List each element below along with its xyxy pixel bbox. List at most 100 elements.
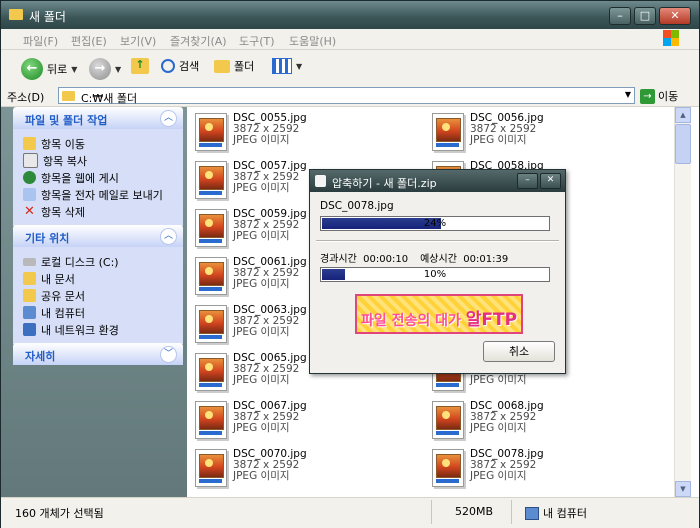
task-email[interactable]: 항목을 전자 메일로 보내기 bbox=[23, 186, 183, 203]
folders-icon[interactable] bbox=[214, 59, 230, 73]
email-icon bbox=[23, 188, 36, 201]
file-item[interactable]: DSC_0056.jpg 3872 x 2592 JPEG 이미지 bbox=[424, 109, 644, 157]
elapsed-time: 00:00:10 bbox=[363, 254, 409, 265]
collapse-chevron-icon[interactable]: ︿ bbox=[160, 228, 177, 245]
place-label: 내 문서 bbox=[41, 272, 75, 286]
place-network[interactable]: 내 네트워크 환경 bbox=[23, 321, 183, 338]
file-tasks-header[interactable]: 파일 및 폴더 작업 ︿ bbox=[13, 107, 183, 129]
address-path: C:₩새 폴더 bbox=[81, 92, 138, 105]
file-progress-label: 24% bbox=[423, 218, 447, 229]
minimize-button[interactable]: – bbox=[609, 7, 631, 25]
title-bar[interactable]: 새 폴더 – □ ✕ bbox=[1, 1, 699, 29]
remaining-label: 예상시간 bbox=[420, 254, 457, 265]
task-delete[interactable]: ✕ 항목 삭제 bbox=[23, 203, 183, 220]
shared-folder-icon bbox=[23, 289, 36, 302]
drive-icon bbox=[23, 257, 36, 266]
menu-bar: 파일(F) 편집(E) 보기(V) 즐겨찾기(A) 도구(T) 도움말(H) bbox=[1, 29, 699, 50]
place-label: 내 컴퓨터 bbox=[41, 306, 85, 320]
address-input[interactable]: C:₩새 폴더 ▼ bbox=[58, 87, 635, 105]
expand-chevron-icon[interactable]: ﹀ bbox=[160, 346, 177, 363]
copy-icon bbox=[23, 153, 38, 168]
file-type: JPEG 이미지 bbox=[470, 134, 527, 146]
details-header[interactable]: 자세히 ﹀ bbox=[13, 343, 183, 365]
place-label: 로컬 디스크 (C:) bbox=[41, 255, 119, 269]
search-icon[interactable] bbox=[161, 59, 175, 73]
other-places-title: 기타 위치 bbox=[25, 232, 70, 245]
documents-icon bbox=[23, 272, 36, 285]
computer-icon bbox=[525, 506, 539, 520]
menu-file[interactable]: 파일(F) bbox=[23, 33, 58, 49]
image-thumbnail-icon bbox=[195, 449, 227, 487]
network-icon bbox=[23, 323, 36, 336]
task-move[interactable]: 항목 이동 bbox=[23, 135, 183, 152]
place-my-documents[interactable]: 내 문서 bbox=[23, 270, 183, 287]
dialog-minimize-button[interactable]: – bbox=[517, 173, 538, 189]
back-icon[interactable]: ← bbox=[21, 58, 43, 80]
menu-tools[interactable]: 도구(T) bbox=[239, 33, 275, 49]
task-label: 항목 삭제 bbox=[41, 205, 85, 219]
file-type: JPEG 이미지 bbox=[233, 470, 290, 482]
delete-icon: ✕ bbox=[24, 204, 35, 219]
scroll-thumb[interactable] bbox=[675, 124, 691, 164]
forward-dropdown-icon[interactable]: ▼ bbox=[115, 65, 121, 74]
file-item[interactable]: DSC_0070.jpg 3872 x 2592 JPEG 이미지 bbox=[187, 445, 407, 493]
menu-edit[interactable]: 편집(E) bbox=[71, 33, 107, 49]
place-my-computer[interactable]: 내 컴퓨터 bbox=[23, 304, 183, 321]
views-dropdown-icon[interactable]: ▼ bbox=[296, 62, 302, 71]
scroll-down-icon[interactable]: ▼ bbox=[675, 481, 691, 497]
place-label: 내 네트워크 환경 bbox=[41, 323, 119, 337]
details-panel: 자세히 ﹀ bbox=[13, 343, 183, 365]
cancel-button[interactable]: 취소 bbox=[483, 341, 555, 362]
task-copy[interactable]: 항목 복사 bbox=[23, 152, 183, 169]
alftp-banner[interactable]: 파일 전송의 대가 알FTP bbox=[355, 294, 523, 334]
banner-right-text: 알FTP bbox=[465, 310, 518, 330]
menu-favorites[interactable]: 즐겨찾기(A) bbox=[170, 33, 227, 49]
scroll-up-icon[interactable]: ▲ bbox=[675, 107, 691, 123]
total-progress-bar: 10% bbox=[320, 267, 550, 282]
go-button[interactable]: → 이동 bbox=[640, 88, 678, 104]
file-item[interactable]: DSC_0055.jpg 3872 x 2592 JPEG 이미지 bbox=[187, 109, 407, 157]
image-thumbnail-icon bbox=[432, 449, 464, 487]
address-bar: 주소(D) C:₩새 폴더 ▼ → 이동 bbox=[1, 86, 699, 107]
task-label: 항목을 전자 메일로 보내기 bbox=[41, 188, 163, 202]
menu-help[interactable]: 도움말(H) bbox=[289, 33, 336, 49]
other-places-header[interactable]: 기타 위치 ︿ bbox=[13, 225, 183, 247]
folder-icon bbox=[62, 91, 75, 101]
dialog-title-bar[interactable]: 압축하기 - 새 폴더.zip – ✕ bbox=[310, 170, 565, 192]
compress-dialog: 압축하기 - 새 폴더.zip – ✕ DSC_0078.jpg 24% 경과시… bbox=[309, 169, 566, 374]
image-thumbnail-icon bbox=[195, 305, 227, 343]
window-title: 새 폴더 bbox=[29, 10, 66, 24]
forward-icon[interactable]: → bbox=[89, 58, 111, 80]
task-label: 항목 복사 bbox=[43, 154, 87, 168]
file-type: JPEG 이미지 bbox=[233, 422, 290, 434]
back-button-label[interactable]: 뒤로 bbox=[47, 61, 67, 77]
task-publish-web[interactable]: 항목을 웹에 게시 bbox=[23, 169, 183, 186]
dialog-close-button[interactable]: ✕ bbox=[540, 173, 561, 189]
task-pane: 파일 및 폴더 작업 ︿ 항목 이동 항목 복사 항목을 웹에 게시 항목을 전… bbox=[1, 107, 187, 497]
image-thumbnail-icon bbox=[432, 113, 464, 151]
task-label: 항목 이동 bbox=[41, 137, 85, 151]
close-button[interactable]: ✕ bbox=[659, 7, 691, 25]
toolbar: ← 뒤로 ▼ → ▼ ↑ 검색 폴더 ▼ bbox=[1, 50, 699, 87]
place-label: 공유 문서 bbox=[41, 289, 85, 303]
collapse-chevron-icon[interactable]: ︿ bbox=[160, 110, 177, 127]
file-item[interactable]: DSC_0068.jpg 3872 x 2592 JPEG 이미지 bbox=[424, 397, 644, 445]
address-dropdown-icon[interactable]: ▼ bbox=[625, 90, 631, 99]
file-item[interactable]: DSC_0078.jpg 3872 x 2592 JPEG 이미지 bbox=[424, 445, 644, 493]
vertical-scrollbar[interactable]: ▲ ▼ bbox=[674, 107, 691, 497]
status-location: 내 컴퓨터 bbox=[525, 505, 587, 521]
dialog-title: 압축하기 - 새 폴더.zip bbox=[332, 177, 437, 190]
file-type: JPEG 이미지 bbox=[233, 374, 290, 386]
search-button-label[interactable]: 검색 bbox=[179, 58, 199, 74]
file-item[interactable]: DSC_0067.jpg 3872 x 2592 JPEG 이미지 bbox=[187, 397, 407, 445]
maximize-button[interactable]: □ bbox=[634, 7, 656, 25]
up-folder-icon[interactable]: ↑ bbox=[131, 58, 149, 74]
place-local-disk[interactable]: 로컬 디스크 (C:) bbox=[23, 253, 183, 270]
back-dropdown-icon[interactable]: ▼ bbox=[71, 65, 77, 74]
menu-view[interactable]: 보기(V) bbox=[120, 33, 156, 49]
other-places-panel: 기타 위치 ︿ 로컬 디스크 (C:) 내 문서 공유 문서 내 컴퓨터 내 네… bbox=[13, 225, 183, 344]
elapsed-label: 경과시간 bbox=[320, 254, 357, 265]
views-icon[interactable] bbox=[272, 58, 292, 74]
place-shared-documents[interactable]: 공유 문서 bbox=[23, 287, 183, 304]
folders-button-label[interactable]: 폴더 bbox=[234, 58, 254, 74]
